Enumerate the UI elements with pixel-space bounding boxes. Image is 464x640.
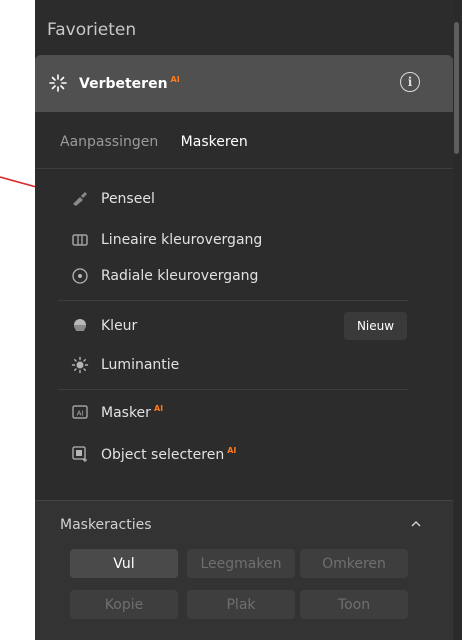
info-icon[interactable]: i xyxy=(400,72,420,92)
luminance-icon xyxy=(71,356,89,374)
ai-mask-icon: AI xyxy=(71,403,89,421)
tool-label: Kleur xyxy=(101,318,138,334)
enhance-sparkle-icon xyxy=(49,74,67,92)
favorites-title: Favorieten xyxy=(47,20,137,40)
tab-maskeren[interactable]: Maskeren xyxy=(181,134,248,150)
radial-gradient-icon xyxy=(71,267,89,285)
object-select-icon xyxy=(71,445,89,463)
divider xyxy=(58,300,408,301)
scroll-thumb[interactable] xyxy=(454,22,459,154)
tool-ai-mask[interactable]: AI Masker AI xyxy=(71,400,163,424)
tool-label: Masker AI xyxy=(101,403,164,421)
masking-panel: Favorieten Verbeteren AI i Aanpassingen M… xyxy=(35,0,462,640)
enhance-label: Verbeteren AI xyxy=(79,75,180,92)
tool-radial-gradient[interactable]: Radiale kleurovergang xyxy=(71,264,258,288)
brush-icon xyxy=(71,190,89,208)
tool-brush[interactable]: Penseel xyxy=(71,187,155,211)
divider xyxy=(35,168,453,169)
tab-bar: Aanpassingen Maskeren xyxy=(60,134,266,150)
tool-label: Lineaire kleurovergang xyxy=(101,232,263,248)
ai-badge: AI xyxy=(153,403,164,413)
tool-label: Radiale kleurovergang xyxy=(101,268,259,284)
mask-actions-title: Maskeracties xyxy=(60,517,152,533)
tool-color[interactable]: Kleur xyxy=(71,314,137,338)
fill-button[interactable]: Vul xyxy=(70,549,178,578)
scrollbar[interactable] xyxy=(454,0,460,640)
tab-aanpassingen[interactable]: Aanpassingen xyxy=(60,134,158,150)
tool-luminance[interactable]: Luminantie xyxy=(71,353,179,377)
tool-label: Luminantie xyxy=(101,357,180,373)
tool-label: Penseel xyxy=(101,191,155,207)
clear-button[interactable]: Leegmaken xyxy=(187,549,295,578)
linear-gradient-icon xyxy=(71,231,89,249)
paste-button[interactable]: Plak xyxy=(187,590,295,619)
ai-badge: AI xyxy=(227,445,237,455)
color-icon xyxy=(71,317,89,335)
mask-actions-section: Maskeracties Vul Leegmaken Omkeren Kopie… xyxy=(35,500,453,640)
invert-button[interactable]: Omkeren xyxy=(300,549,408,578)
svg-text:AI: AI xyxy=(77,411,84,418)
show-button[interactable]: Toon xyxy=(300,590,408,619)
enhance-bar[interactable]: Verbeteren AI i xyxy=(35,55,453,112)
tool-label: Object selecteren AI xyxy=(101,445,237,463)
tool-object-select[interactable]: Object selecteren AI xyxy=(71,442,236,466)
ai-badge: AI xyxy=(170,75,180,84)
copy-button[interactable]: Kopie xyxy=(70,590,178,619)
new-badge: Nieuw xyxy=(344,312,407,340)
tool-linear-gradient[interactable]: Lineaire kleurovergang xyxy=(71,228,262,252)
chevron-up-icon[interactable] xyxy=(410,519,422,529)
divider xyxy=(58,389,408,390)
